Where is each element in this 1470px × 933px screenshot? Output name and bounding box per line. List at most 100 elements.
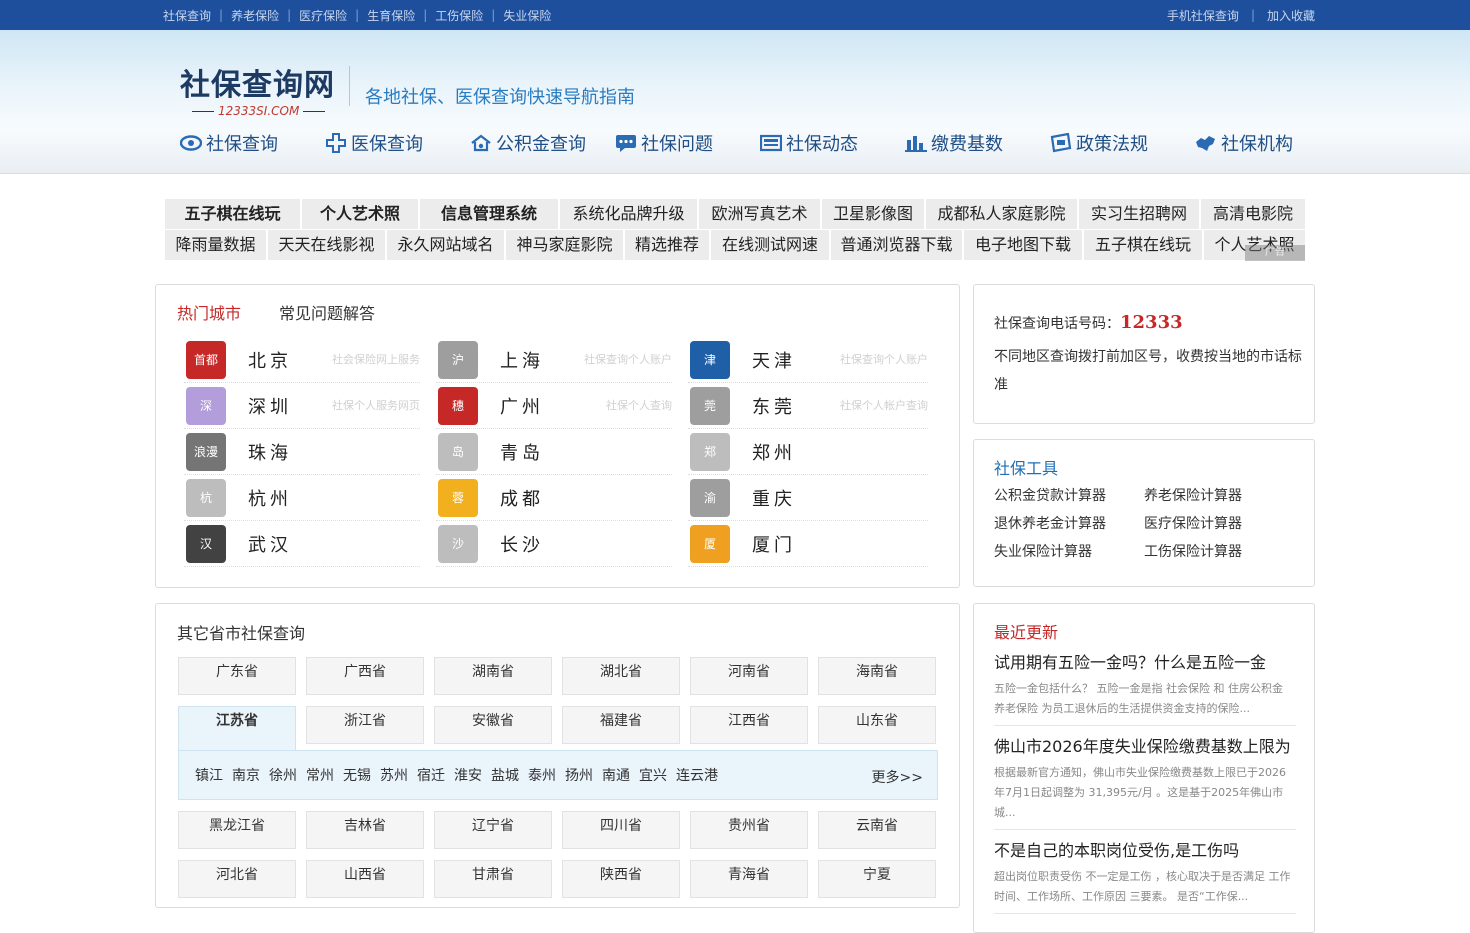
city-item[interactable]: 沪上海 社保查询个人账户 xyxy=(436,337,672,383)
city-hint[interactable]: 社保个人服务网页 xyxy=(332,397,420,413)
subcity-link[interactable]: 苏州 xyxy=(380,765,408,785)
city-name[interactable]: 深圳 xyxy=(248,393,292,419)
city-item[interactable]: 津天津 社保查询个人账户 xyxy=(688,337,928,383)
news-title[interactable]: 不是自己的本职岗位受伤,是工伤吗 xyxy=(994,839,1296,863)
province-button[interactable]: 河北省 xyxy=(178,860,296,898)
city-item[interactable]: 蓉成都 xyxy=(436,475,672,521)
subcity-link[interactable]: 连云港 xyxy=(676,765,718,785)
subcity-link[interactable]: 宿迁 xyxy=(417,765,445,785)
province-button[interactable]: 宁夏 xyxy=(818,860,936,898)
province-button[interactable]: 山东省 xyxy=(818,706,936,744)
subcity-link[interactable]: 南京 xyxy=(232,765,260,785)
city-item[interactable]: 渝重庆 xyxy=(688,475,928,521)
city-name[interactable]: 上海 xyxy=(500,347,544,373)
province-button[interactable]: 辽宁省 xyxy=(434,811,552,849)
friend-link[interactable]: 五子棋在线玩 xyxy=(165,199,302,229)
tool-link[interactable]: 工伤保险计算器 xyxy=(1144,538,1294,566)
city-item[interactable]: 杭杭州 xyxy=(184,475,420,521)
add-favorite-link[interactable]: 加入收藏 xyxy=(1267,7,1315,24)
city-name[interactable]: 郑州 xyxy=(752,439,796,465)
province-button[interactable]: 吉林省 xyxy=(306,811,424,849)
friend-link[interactable]: 卫星影像图 xyxy=(822,199,926,229)
friend-link[interactable]: 降雨量数据 xyxy=(165,230,268,260)
friend-link[interactable]: 成都私人家庭影院 xyxy=(926,199,1079,229)
city-item[interactable]: 浪漫 珠海 xyxy=(184,429,420,475)
city-item[interactable]: 厦厦门 xyxy=(688,521,928,567)
tool-link[interactable]: 失业保险计算器 xyxy=(994,538,1144,566)
city-name[interactable]: 厦门 xyxy=(752,531,796,557)
city-name[interactable]: 杭州 xyxy=(248,485,292,511)
city-name[interactable]: 长沙 xyxy=(500,531,544,557)
subcity-link[interactable]: 无锡 xyxy=(343,765,371,785)
province-button[interactable]: 安徽省 xyxy=(434,706,552,744)
city-hint[interactable]: 社保个人查询 xyxy=(606,397,672,413)
city-item[interactable]: 岛青岛 xyxy=(436,429,672,475)
site-logo[interactable]: 社保查询网 12333SI.COM xyxy=(180,60,335,118)
friend-link[interactable]: 电子地图下载 xyxy=(964,230,1084,260)
friend-link[interactable]: 普通浏览器下载 xyxy=(831,230,964,260)
news-title[interactable]: 佛山市2026年度失业保险缴费基数上限为 xyxy=(994,735,1296,759)
tool-link[interactable]: 养老保险计算器 xyxy=(1144,482,1294,510)
nav-dongtai[interactable]: 社保动态 xyxy=(760,130,905,156)
province-button[interactable]: 湖南省 xyxy=(434,657,552,695)
province-button[interactable]: 海南省 xyxy=(818,657,936,695)
province-button[interactable]: 福建省 xyxy=(562,706,680,744)
news-item[interactable]: 不是自己的本职岗位受伤,是工伤吗 超出岗位职责受伤 不一定是工伤 ，核心取决于是… xyxy=(994,839,1296,914)
tab-hot-cities[interactable]: 热门城市 xyxy=(177,300,241,324)
friend-link[interactable]: 系统化品牌升级 xyxy=(560,199,699,229)
tool-link[interactable]: 医疗保险计算器 xyxy=(1144,510,1294,538)
city-name[interactable]: 珠海 xyxy=(248,439,292,465)
friend-link[interactable]: 个人艺术照 xyxy=(302,199,420,229)
top-link-yanglao[interactable]: 养老保险 xyxy=(231,7,279,24)
subcity-link[interactable]: 镇江 xyxy=(195,765,223,785)
city-name[interactable]: 广州 xyxy=(500,393,544,419)
top-link-shengyu[interactable]: 生育保险 xyxy=(367,7,415,24)
friend-link[interactable]: 欧洲写真艺术 xyxy=(699,199,822,229)
friend-link[interactable]: 信息管理系统 xyxy=(420,199,560,229)
mobile-query-link[interactable]: 手机社保查询 xyxy=(1167,7,1239,24)
city-name[interactable]: 武汉 xyxy=(248,531,292,557)
province-button[interactable]: 江苏省 xyxy=(178,706,296,750)
province-button[interactable]: 河南省 xyxy=(690,657,808,695)
city-item[interactable]: 穗广州 社保个人查询 xyxy=(436,383,672,429)
subcity-link[interactable]: 泰州 xyxy=(528,765,556,785)
subcity-link[interactable]: 淮安 xyxy=(454,765,482,785)
province-button[interactable]: 湖北省 xyxy=(562,657,680,695)
province-button[interactable]: 青海省 xyxy=(690,860,808,898)
city-hint[interactable]: 社保查询个人账户 xyxy=(584,351,672,367)
friend-link[interactable]: 高清电影院 xyxy=(1201,199,1305,229)
city-name[interactable]: 东莞 xyxy=(752,393,796,419)
province-button[interactable]: 贵州省 xyxy=(690,811,808,849)
city-hint[interactable]: 社保查询个人账户 xyxy=(840,351,928,367)
subcity-link[interactable]: 宜兴 xyxy=(639,765,667,785)
city-name[interactable]: 成都 xyxy=(500,485,544,511)
friend-link[interactable]: 在线测试网速 xyxy=(711,230,831,260)
city-item[interactable]: 莞东莞 社保个人帐户查询 xyxy=(688,383,928,429)
nav-jishu[interactable]: 缴费基数 xyxy=(905,130,1050,156)
friend-link[interactable]: 永久网站域名 xyxy=(387,230,506,260)
nav-jigou[interactable]: 社保机构 xyxy=(1195,130,1340,156)
province-button[interactable]: 山西省 xyxy=(306,860,424,898)
city-item[interactable]: 沙长沙 xyxy=(436,521,672,567)
city-name[interactable]: 青岛 xyxy=(500,439,544,465)
province-button[interactable]: 甘肃省 xyxy=(434,860,552,898)
subcity-link[interactable]: 扬州 xyxy=(565,765,593,785)
nav-yibao[interactable]: 医保查询 xyxy=(325,130,470,156)
city-name[interactable]: 北京 xyxy=(248,347,292,373)
province-button[interactable]: 广西省 xyxy=(306,657,424,695)
subcity-link[interactable]: 常州 xyxy=(306,765,334,785)
city-name[interactable]: 重庆 xyxy=(752,485,796,511)
friend-link[interactable]: 实习生招聘网 xyxy=(1079,199,1201,229)
city-hint[interactable]: 社保个人帐户查询 xyxy=(840,397,928,413)
province-button[interactable]: 江西省 xyxy=(690,706,808,744)
city-item[interactable]: 深深圳 社保个人服务网页 xyxy=(184,383,420,429)
news-title[interactable]: 试用期有五险一金吗？什么是五险一金 xyxy=(994,651,1296,675)
nav-shebao[interactable]: 社保查询 xyxy=(180,130,325,156)
subcity-link[interactable]: 徐州 xyxy=(269,765,297,785)
province-button[interactable]: 四川省 xyxy=(562,811,680,849)
province-button[interactable]: 陕西省 xyxy=(562,860,680,898)
province-button[interactable]: 黑龙江省 xyxy=(178,811,296,849)
province-button[interactable]: 云南省 xyxy=(818,811,936,849)
city-hint[interactable]: 社会保险网上服务 xyxy=(332,351,420,367)
friend-link[interactable]: 天天在线影视 xyxy=(268,230,387,260)
